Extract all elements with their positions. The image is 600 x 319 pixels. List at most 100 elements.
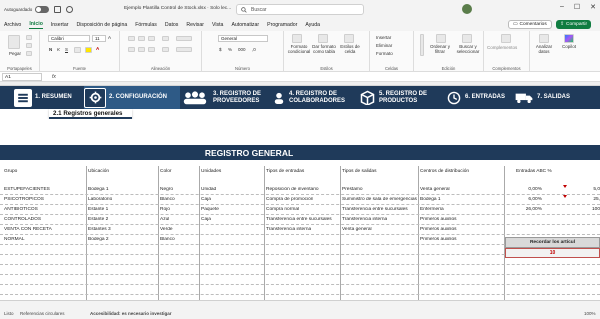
document-title[interactable]: Ejemplo Plantilla Control de Stock.xlsx … xyxy=(124,6,231,11)
cell-color[interactable]: Verde xyxy=(160,227,173,232)
nav-tab-configuracion[interactable]: 2. CONFIGURACIÓN xyxy=(84,86,180,109)
cell-unidades[interactable]: Caja xyxy=(201,197,211,202)
close-icon[interactable]: ✕ xyxy=(590,3,596,11)
comments-button[interactable]: ▭ Comentarios xyxy=(508,20,552,29)
table-row[interactable]: CONTROLADOS Estante 2 Azul Caja Transfer… xyxy=(0,215,600,225)
cell-unidades[interactable]: Unidad xyxy=(201,187,216,192)
zoom-level[interactable]: 100% xyxy=(584,311,596,316)
minimize-icon[interactable]: – xyxy=(560,3,564,11)
sort-filter-icon[interactable] xyxy=(436,34,446,43)
cell-extra[interactable]: 100 xyxy=(580,207,600,212)
grow-font-icon[interactable]: A xyxy=(108,35,111,40)
cell-tipo-entrada[interactable]: Compra normal xyxy=(266,207,299,212)
copilot-label[interactable]: Copilot xyxy=(562,44,576,49)
status-accessibility[interactable]: Accesibilidad: es necesario investigar xyxy=(90,311,172,316)
fx-icon[interactable]: fx xyxy=(52,74,56,80)
cell-styles-icon[interactable] xyxy=(344,34,354,43)
table-row[interactable] xyxy=(0,285,600,295)
find-select-label[interactable]: Buscar y seleccionar xyxy=(454,44,482,54)
cell-unidades[interactable]: Paquete xyxy=(201,207,219,212)
cell-centro[interactable]: Bodega 1 xyxy=(420,197,441,202)
conditional-format-label[interactable]: Formato condicional xyxy=(287,44,311,54)
undo-icon[interactable] xyxy=(66,6,74,13)
cell-color[interactable]: Negro xyxy=(160,187,173,192)
delete-cells-button[interactable]: Eliminar xyxy=(376,43,392,48)
font-color-icon[interactable]: A xyxy=(96,46,99,51)
tab-programador[interactable]: Programador xyxy=(267,22,297,29)
addins-icon[interactable] xyxy=(501,34,511,43)
align-left-icon[interactable] xyxy=(128,47,135,52)
cut-icon[interactable] xyxy=(26,35,32,40)
copy-icon[interactable] xyxy=(26,43,32,48)
cell-color[interactable]: Rojo xyxy=(160,207,170,212)
borders-icon[interactable] xyxy=(74,47,81,53)
cell-grupo[interactable]: NORMAL xyxy=(4,237,25,242)
status-circular-refs[interactable]: Referencias circulares xyxy=(20,311,65,316)
tab-archivo[interactable]: Archivo xyxy=(4,22,21,29)
cell-tipo-salida[interactable]: Préstamo xyxy=(342,187,363,192)
tab-formulas[interactable]: Fórmulas xyxy=(135,22,157,29)
cell-grupo[interactable]: VENTA CON RECETA xyxy=(4,227,52,232)
nav-tab-productos[interactable]: 5. REGISTRO DE PRODUCTOS xyxy=(358,86,444,109)
cell-tipo-salida[interactable]: Suministro de sala de emergencias xyxy=(342,197,418,202)
align-bottom-icon[interactable] xyxy=(148,36,155,41)
table-row[interactable]: VENTA CON RECETA Estantes 3 Verde Transf… xyxy=(0,225,600,235)
currency-icon[interactable]: $ xyxy=(219,47,222,52)
number-format-select[interactable]: General xyxy=(218,35,268,42)
cell-ubicacion[interactable]: Laboratorio xyxy=(88,197,112,202)
copilot-icon[interactable] xyxy=(564,34,574,43)
cell-tipo-salida[interactable]: Venta general xyxy=(342,227,372,232)
sort-filter-label[interactable]: Ordenar y filtrar xyxy=(428,44,452,54)
align-middle-icon[interactable] xyxy=(138,36,145,41)
insert-cells-button[interactable]: Insertar xyxy=(376,35,391,40)
table-row[interactable] xyxy=(0,275,600,285)
format-table-label[interactable]: Dar formato como tabla xyxy=(312,44,336,54)
cell-tipo-salida[interactable]: Transferencia interna xyxy=(342,217,387,222)
cell-tipo-entrada[interactable]: Compra de promoción xyxy=(266,197,313,202)
avatar[interactable] xyxy=(462,4,472,14)
cell-centro[interactable]: Primeros auxilios xyxy=(420,237,457,242)
tab-automatizar[interactable]: Automatizar xyxy=(231,22,259,29)
find-select-icon[interactable] xyxy=(462,34,472,43)
nav-tab-colaboradores[interactable]: 4. REGISTRO DE COLABORADORES xyxy=(272,86,356,109)
cell-ubicacion[interactable]: Bodega 1 xyxy=(88,187,109,192)
table-row[interactable]: ANTIBIÓTICOS Estante 1 Rojo Paquete Comp… xyxy=(0,205,600,215)
orientation-icon[interactable] xyxy=(162,36,169,41)
tab-insertar[interactable]: Insertar xyxy=(51,22,69,29)
cell-entrada-abc[interactable]: 0,00% xyxy=(506,187,542,192)
cell-tipo-entrada[interactable]: Transferencia entre sucursales xyxy=(266,217,332,222)
cell-extra[interactable]: 5,0 xyxy=(580,187,600,192)
tab-disposicion[interactable]: Disposición de página xyxy=(76,22,127,29)
tab-ayuda[interactable]: Ayuda xyxy=(305,22,320,29)
format-painter-icon[interactable] xyxy=(26,51,32,56)
addins-label[interactable]: Complementos xyxy=(487,45,517,50)
name-box[interactable]: A1 xyxy=(2,72,42,81)
paste-icon[interactable] xyxy=(8,35,20,49)
tab-revisar[interactable]: Revisar xyxy=(186,22,204,29)
cell-grupo[interactable]: ANTIBIÓTICOS xyxy=(4,207,38,212)
font-name-select[interactable]: Calibri xyxy=(48,35,90,42)
format-table-icon[interactable] xyxy=(318,34,328,43)
conditional-format-icon[interactable] xyxy=(292,34,302,43)
cell-grupo[interactable]: ESTUPEFACIENTES xyxy=(4,187,50,192)
nav-tab-resumen[interactable]: 1. RESUMEN xyxy=(14,86,84,109)
autosum-icon[interactable] xyxy=(420,34,424,56)
decimal-icon[interactable]: ,0 xyxy=(252,47,256,52)
cell-entrada-abc[interactable]: 6,00% xyxy=(506,197,542,202)
underline-icon[interactable]: S xyxy=(65,47,68,52)
align-center-icon[interactable] xyxy=(138,47,145,52)
cell-centro[interactable]: Enfermería xyxy=(420,207,444,212)
font-size-select[interactable]: 11 xyxy=(92,35,106,42)
cell-styles-label[interactable]: Estilos de celda xyxy=(339,44,361,54)
table-row[interactable]: ESTUPEFACIENTES Bodega 1 Negro Unidad Re… xyxy=(0,185,600,195)
cell-color[interactable]: Azul xyxy=(160,217,169,222)
autosave-toggle[interactable] xyxy=(35,6,50,13)
fill-color-icon[interactable] xyxy=(85,47,92,53)
cell-ubicacion[interactable]: Estantes 3 xyxy=(88,227,111,232)
nav-tab-salidas[interactable]: 7. SALIDAS xyxy=(514,86,600,109)
analyze-data-label[interactable]: Analizar datos xyxy=(533,44,555,54)
cell-tipo-entrada[interactable]: Transferencia interna xyxy=(266,227,311,232)
tab-vista[interactable]: Vista xyxy=(212,22,223,29)
tab-inicio[interactable]: Inicio xyxy=(29,21,43,29)
comment-indicator[interactable] xyxy=(563,195,567,198)
